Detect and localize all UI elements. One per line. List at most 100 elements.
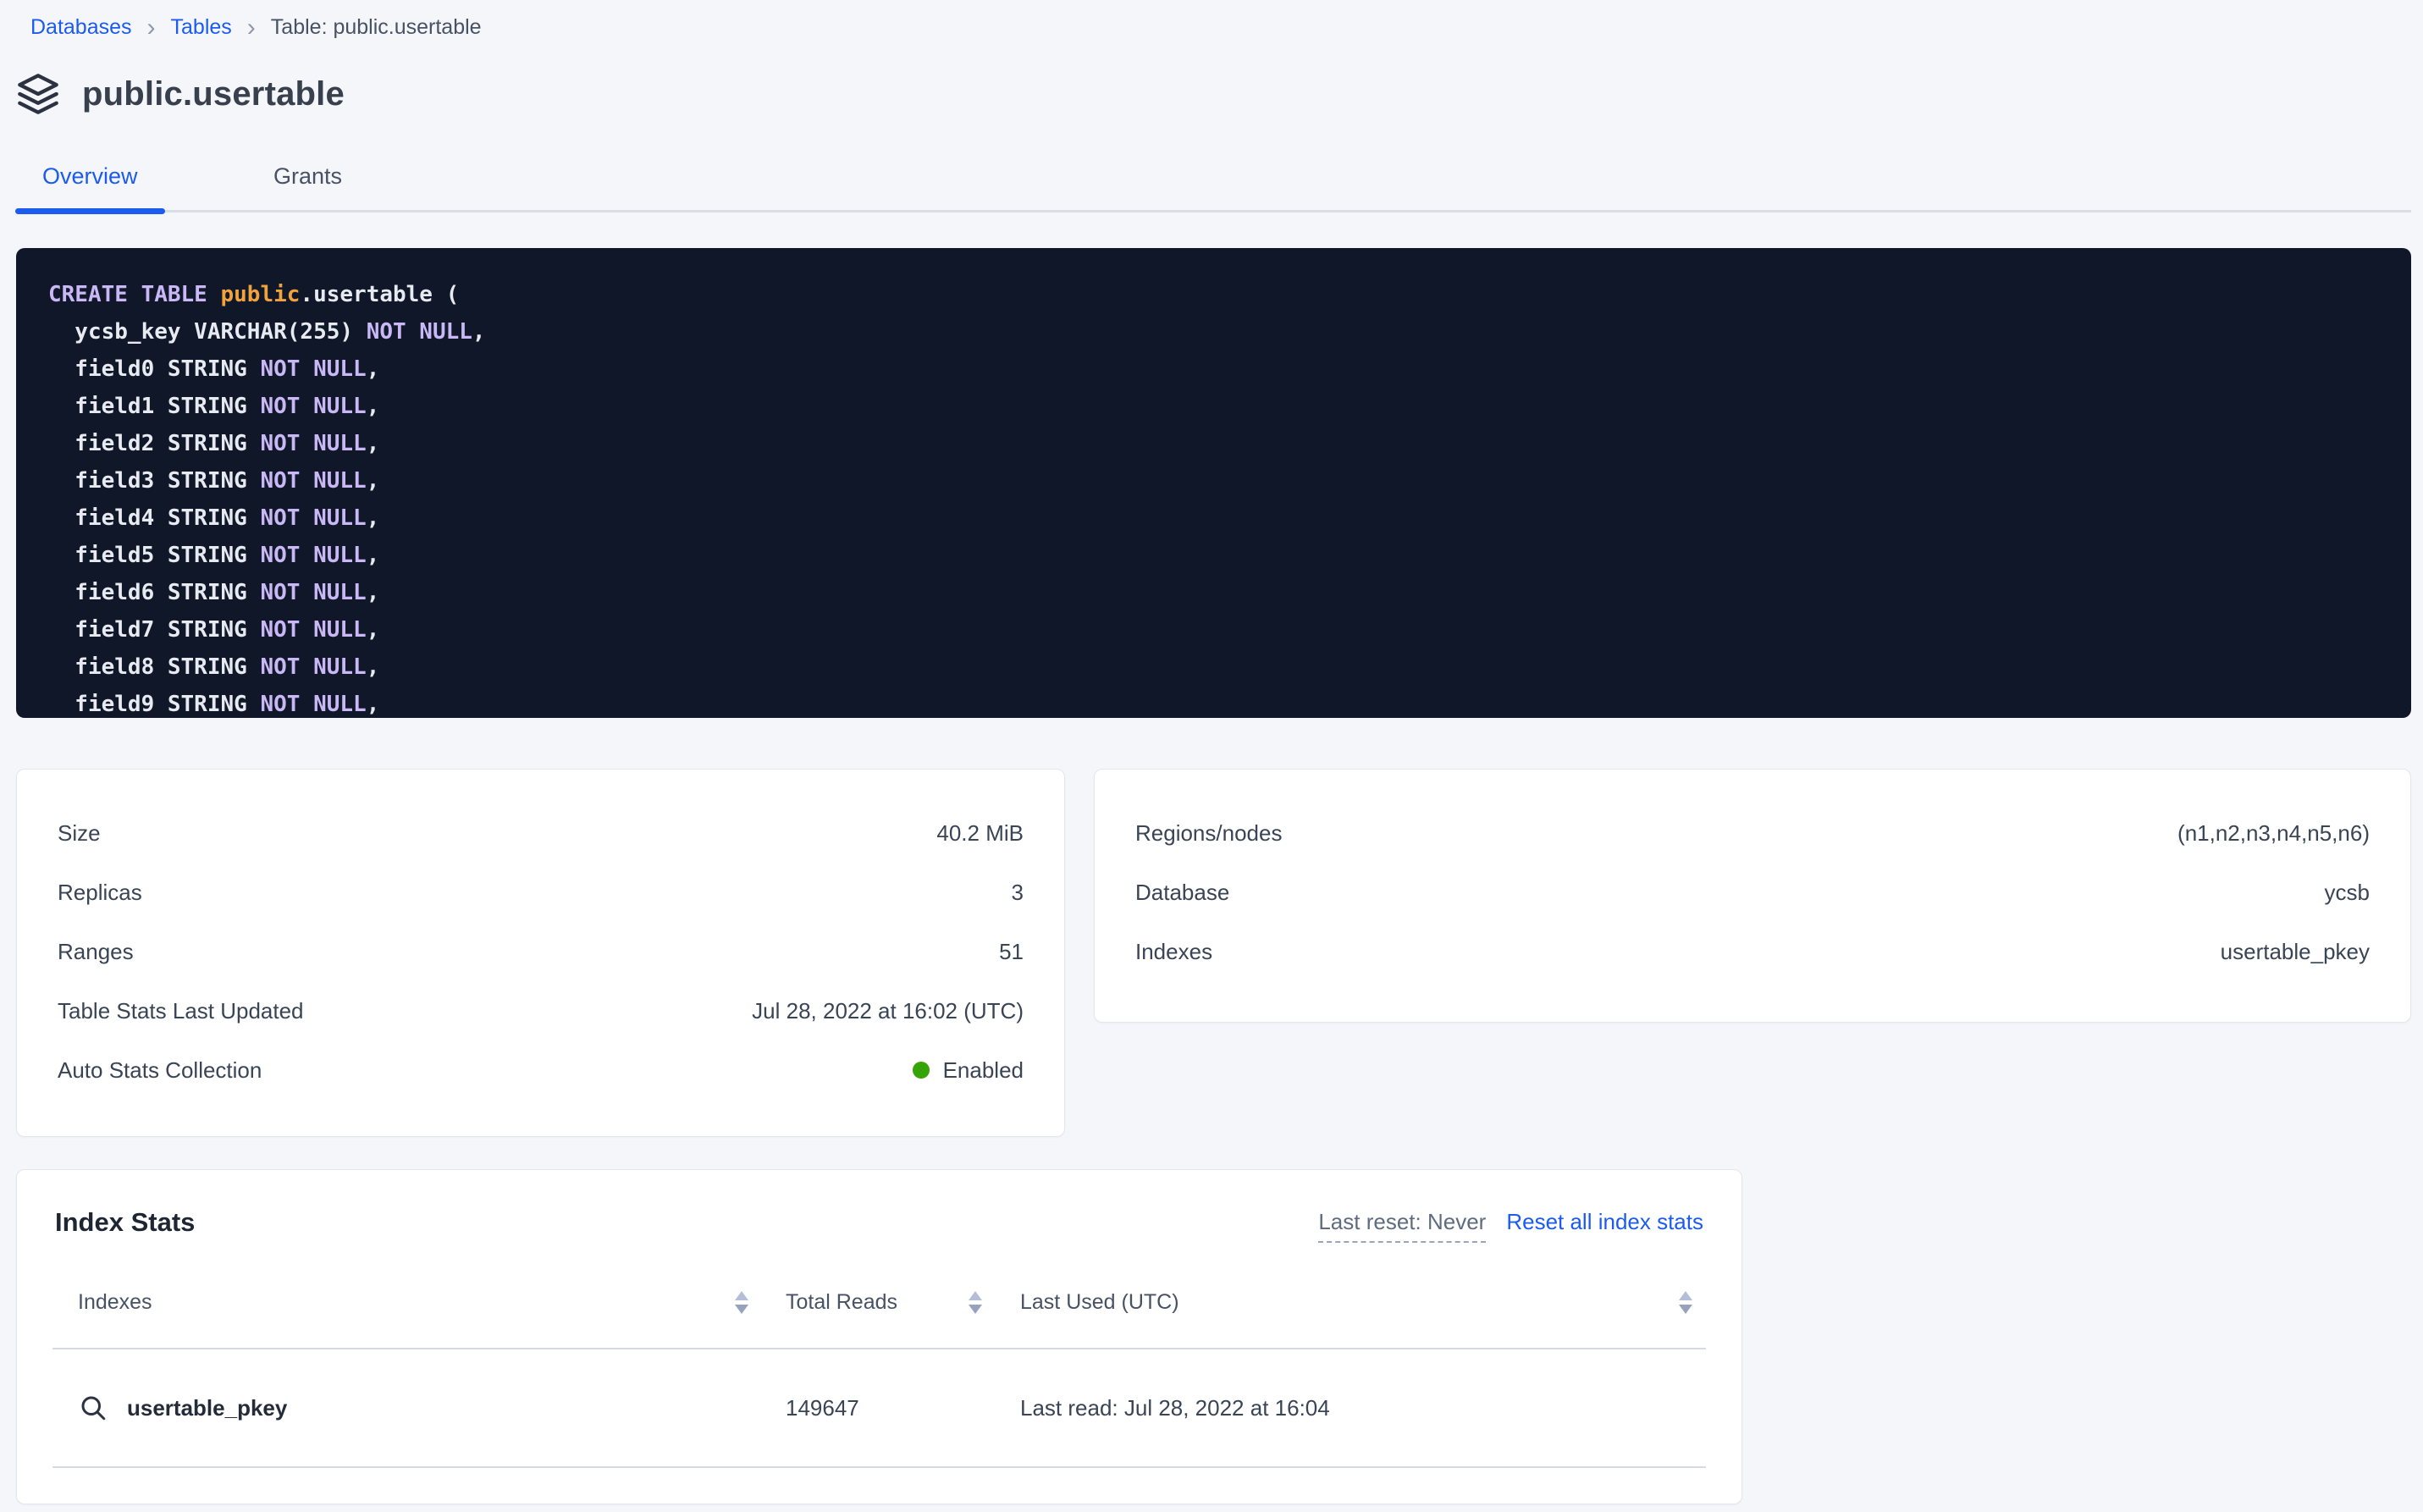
sql-line: field6 STRING NOT NULL, bbox=[48, 574, 2411, 611]
sql-line: CREATE TABLE public.usertable ( bbox=[48, 276, 2411, 313]
table-meta-card: Regions/nodes (n1,n2,n3,n4,n5,n6) Databa… bbox=[1094, 769, 2411, 1023]
sql-keyword: NOT NULL bbox=[260, 543, 366, 568]
detail-row-regions: Regions/nodes (n1,n2,n3,n4,n5,n6) bbox=[1135, 803, 2370, 863]
sql-text: field4 STRING bbox=[48, 505, 260, 531]
sql-keyword: NOT NULL bbox=[367, 319, 472, 345]
sort-icon[interactable] bbox=[969, 1291, 982, 1314]
sql-text: field6 STRING bbox=[48, 580, 260, 605]
breadcrumb-current: Table: public.usertable bbox=[271, 15, 482, 40]
last-reset-label[interactable]: Last reset: Never bbox=[1318, 1209, 1486, 1243]
column-header-indexes: Indexes bbox=[52, 1290, 769, 1315]
column-header-label: Last Used (UTC) bbox=[1020, 1290, 1179, 1315]
sql-text: field0 STRING bbox=[48, 356, 260, 382]
status-badge: Enabled bbox=[943, 1057, 1024, 1084]
sql-text: , bbox=[367, 617, 380, 643]
detail-value: (n1,n2,n3,n4,n5,n6) bbox=[2177, 820, 2370, 847]
detail-label: Regions/nodes bbox=[1135, 820, 1282, 847]
column-header-last-used: Last Used (UTC) bbox=[999, 1290, 1706, 1315]
detail-label: Database bbox=[1135, 880, 1229, 906]
index-stats-card: Index Stats Last reset: Never Reset all … bbox=[16, 1169, 1742, 1504]
tab-bar: Overview Grants bbox=[0, 157, 2423, 214]
sql-line: field3 STRING NOT NULL, bbox=[48, 462, 2411, 499]
sql-text: , bbox=[367, 431, 380, 456]
status-enabled-dot-icon bbox=[913, 1062, 930, 1079]
total-reads-cell: 149647 bbox=[769, 1395, 999, 1421]
index-name-link[interactable]: usertable_pkey bbox=[127, 1395, 287, 1421]
tab-overview-label: Overview bbox=[42, 163, 138, 190]
sql-text: , bbox=[367, 654, 380, 680]
sql-text: ycsb_key VARCHAR(255) bbox=[48, 319, 367, 345]
sql-text: field7 STRING bbox=[48, 617, 260, 643]
breadcrumb-separator-icon: › bbox=[247, 17, 256, 38]
sql-text: , bbox=[367, 468, 380, 494]
sql-keyword: NOT NULL bbox=[260, 431, 366, 456]
detail-value: Jul 28, 2022 at 16:02 (UTC) bbox=[752, 998, 1024, 1024]
table-details-page: Databases › Tables › Table: public.usert… bbox=[0, 0, 2423, 1512]
sort-icon[interactable] bbox=[1679, 1291, 1692, 1314]
detail-cards-row: Size 40.2 MiB Replicas 3 Ranges 51 Table… bbox=[16, 769, 2411, 1137]
sql-keyword: CREATE TABLE bbox=[48, 282, 221, 307]
sql-line: field5 STRING NOT NULL, bbox=[48, 537, 2411, 574]
sql-keyword: NOT NULL bbox=[260, 654, 366, 680]
table-row: usertable_pkey 149647 Last read: Jul 28,… bbox=[52, 1349, 1706, 1468]
detail-row-indexes: Indexes usertable_pkey bbox=[1135, 922, 2370, 981]
detail-value: 40.2 MiB bbox=[936, 820, 1024, 847]
sql-text: .usertable ( bbox=[300, 282, 459, 307]
tab-overview[interactable]: Overview bbox=[15, 157, 165, 214]
sql-line: field0 STRING NOT NULL, bbox=[48, 350, 2411, 388]
detail-label: Table Stats Last Updated bbox=[58, 998, 304, 1024]
sql-text: , bbox=[367, 394, 380, 419]
sql-text: field9 STRING bbox=[48, 692, 260, 717]
sql-line: field8 STRING NOT NULL, bbox=[48, 648, 2411, 686]
sql-text: , bbox=[367, 356, 380, 382]
detail-value: 3 bbox=[1012, 880, 1024, 906]
breadcrumb-link-tables[interactable]: Tables bbox=[171, 15, 232, 40]
breadcrumb-separator-icon: › bbox=[147, 17, 156, 38]
sql-line: field9 STRING NOT NULL, bbox=[48, 686, 2411, 718]
sql-text: field5 STRING bbox=[48, 543, 260, 568]
detail-row-database: Database ycsb bbox=[1135, 863, 2370, 922]
detail-label: Replicas bbox=[58, 880, 142, 906]
detail-row-size: Size 40.2 MiB bbox=[58, 803, 1024, 863]
detail-value: 51 bbox=[999, 939, 1024, 965]
sql-keyword: NOT NULL bbox=[260, 692, 366, 717]
detail-row-ranges: Ranges 51 bbox=[58, 922, 1024, 981]
create-table-statement: CREATE TABLE public.usertable ( ycsb_key… bbox=[16, 248, 2411, 718]
sql-schema: public bbox=[221, 282, 301, 307]
breadcrumb: Databases › Tables › Table: public.usert… bbox=[0, 0, 2423, 40]
sql-line: field7 STRING NOT NULL, bbox=[48, 611, 2411, 648]
index-name-cell: usertable_pkey bbox=[52, 1393, 769, 1423]
sql-keyword: NOT NULL bbox=[260, 356, 366, 382]
sql-text: , bbox=[472, 319, 486, 345]
last-used-cell: Last read: Jul 28, 2022 at 16:04 bbox=[999, 1395, 1706, 1421]
sql-line: field1 STRING NOT NULL, bbox=[48, 388, 2411, 425]
tabbar-divider bbox=[15, 210, 2411, 212]
column-header-label: Total Reads bbox=[786, 1290, 897, 1315]
tab-grants[interactable]: Grants bbox=[246, 157, 369, 214]
sql-text: field3 STRING bbox=[48, 468, 260, 494]
magnifier-icon bbox=[78, 1393, 108, 1423]
index-stats-header: Index Stats Last reset: Never Reset all … bbox=[17, 1170, 1741, 1243]
sql-text: field8 STRING bbox=[48, 654, 260, 680]
sql-line: field4 STRING NOT NULL, bbox=[48, 499, 2411, 537]
detail-label: Ranges bbox=[58, 939, 134, 965]
sql-keyword: NOT NULL bbox=[260, 580, 366, 605]
sql-line: ycsb_key VARCHAR(255) NOT NULL, bbox=[48, 313, 2411, 350]
active-tab-underline bbox=[15, 208, 165, 214]
breadcrumb-link-databases[interactable]: Databases bbox=[30, 15, 132, 40]
index-stats-controls: Last reset: Never Reset all index stats bbox=[1318, 1209, 1703, 1243]
detail-label: Size bbox=[58, 820, 101, 847]
sql-text: , bbox=[367, 692, 380, 717]
page-title: public.usertable bbox=[82, 75, 345, 113]
detail-row-stats-updated: Table Stats Last Updated Jul 28, 2022 at… bbox=[58, 981, 1024, 1040]
detail-row-auto-stats: Auto Stats Collection Enabled bbox=[58, 1040, 1024, 1100]
sort-icon[interactable] bbox=[735, 1291, 748, 1314]
sql-line: field2 STRING NOT NULL, bbox=[48, 425, 2411, 462]
reset-index-stats-link[interactable]: Reset all index stats bbox=[1506, 1209, 1703, 1235]
sql-keyword: NOT NULL bbox=[260, 394, 366, 419]
sql-keyword: NOT NULL bbox=[260, 505, 366, 531]
page-header: public.usertable bbox=[16, 70, 2423, 118]
detail-value: ycsb bbox=[2325, 880, 2370, 906]
table-header-row: Indexes Total Reads Last Used (UTC) bbox=[52, 1256, 1706, 1349]
detail-value: Enabled bbox=[913, 1057, 1024, 1084]
